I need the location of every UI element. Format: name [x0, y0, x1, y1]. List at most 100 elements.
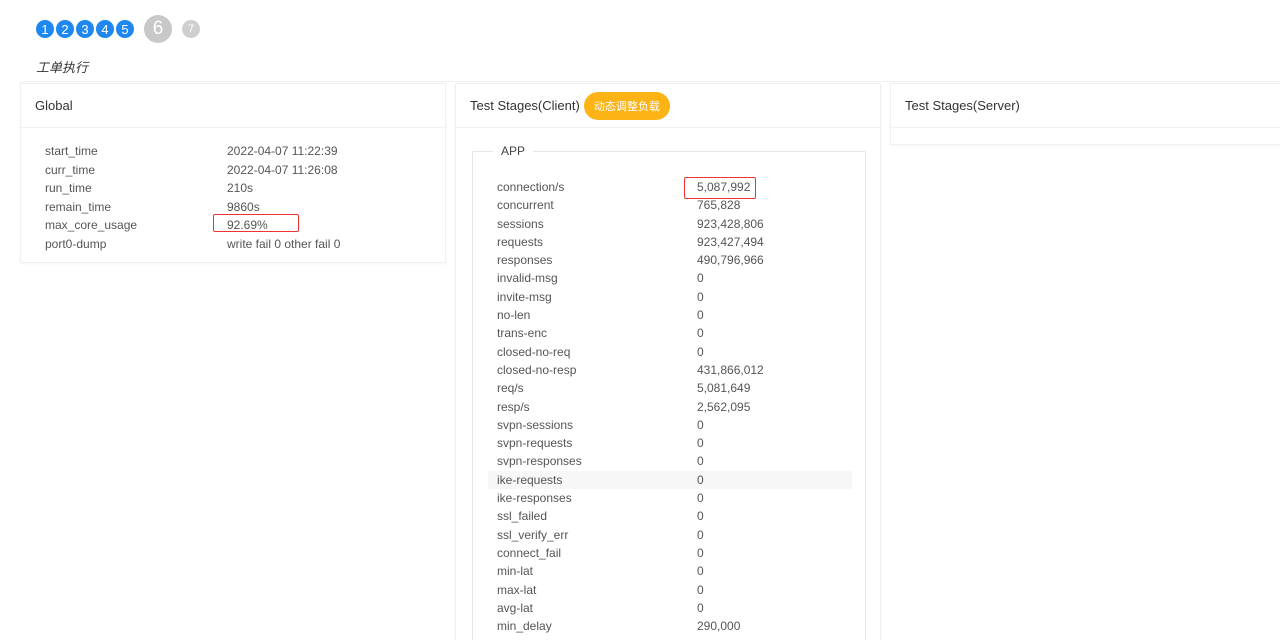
app-key: svpn-responses	[497, 454, 582, 469]
step-1[interactable]: 1	[36, 20, 54, 38]
app-key: connection/s	[497, 180, 565, 194]
global-key: port0-dump	[45, 236, 107, 251]
global-row: remain_time 9860s	[45, 198, 340, 217]
connection-rate-value: 5,087,992	[697, 180, 751, 194]
table-row: invalid-msg 0	[488, 269, 852, 287]
step-3[interactable]: 3	[76, 20, 94, 38]
app-key: ssl_verify_err	[497, 527, 569, 542]
app-value: 0	[697, 582, 704, 597]
table-row: no-len 0	[488, 306, 852, 324]
table-row: ike-responses 0	[488, 489, 852, 507]
global-value: 2022-04-07 11:22:39	[227, 144, 338, 158]
table-row: requests 923,427,494	[488, 233, 852, 251]
app-value: 0	[697, 326, 704, 341]
app-value: 0	[697, 308, 704, 323]
app-key: ike-responses	[497, 491, 572, 506]
app-value: 923,427,494	[697, 234, 764, 249]
app-key: req/s	[497, 381, 524, 396]
app-key: closed-no-resp	[497, 362, 577, 377]
app-key: max-lat	[497, 582, 537, 597]
server-panel: Test Stages(Server)	[890, 83, 1280, 145]
page-subtitle: 工单执行	[36, 60, 89, 75]
table-row: trans-enc 0	[488, 324, 852, 342]
app-value: 923,428,806	[697, 216, 764, 231]
global-table: start_time 2022-04-07 11:22:39 curr_time 2…	[45, 142, 340, 253]
table-row: sessions 923,428,806	[488, 215, 852, 233]
table-row: min-lat 0	[488, 562, 852, 580]
app-key: ssl_failed	[497, 509, 548, 524]
table-row: svpn-requests 0	[488, 434, 852, 452]
global-value: 9860s	[227, 199, 260, 214]
table-row: concurrent 765,828	[488, 196, 852, 214]
app-key: svpn-sessions	[497, 417, 574, 432]
table-row: connection/s 5,087,992	[488, 178, 852, 196]
app-legend: APP	[493, 144, 534, 158]
app-table: connection/s 5,087,992 concurrent 765,828 …	[488, 178, 852, 635]
app-value: 0	[697, 271, 704, 286]
adjust-load-button[interactable]: 动态调整负载	[583, 91, 670, 120]
app-value: 0	[697, 545, 704, 560]
table-row: ssl_verify_err 0	[488, 526, 852, 544]
app-value: 0	[697, 472, 704, 487]
client-panel-header: Test Stages(Client) 动态调整负载	[456, 84, 880, 128]
app-value: 2,562,095	[697, 399, 751, 414]
app-key: min-lat	[497, 564, 534, 579]
table-row: avg-lat 0	[488, 599, 852, 617]
table-row: responses 490,796,966	[488, 251, 852, 269]
app-key: concurrent	[497, 198, 554, 213]
table-row: max-lat 0	[488, 581, 852, 599]
global-key: run_time	[45, 181, 92, 195]
app-value: 0	[697, 491, 704, 506]
app-value: 0	[697, 509, 704, 524]
table-row: min_delay 290,000	[488, 617, 852, 635]
table-row: invite-msg 0	[488, 288, 852, 306]
table-row: connect_fail 0	[488, 544, 852, 562]
app-key: invite-msg	[497, 289, 552, 304]
max-core-usage-value: 92.69%	[227, 218, 268, 232]
app-fieldset: APP connection/s 5,087,992 concurrent 765,…	[472, 144, 866, 640]
global-key: start_time	[45, 144, 98, 158]
app-key: closed-no-req	[497, 344, 571, 359]
divider	[20, 81, 1280, 82]
table-row-hovered: ike-requests 0	[488, 470, 852, 490]
step-6-current[interactable]: 6	[144, 15, 172, 43]
app-value: 0	[697, 289, 704, 304]
app-key: ike-requests	[497, 472, 563, 487]
app-value: 0	[697, 600, 704, 615]
app-value: 0	[697, 436, 704, 451]
global-panel-title: Global	[21, 84, 445, 128]
server-panel-title: Test Stages(Server)	[891, 84, 1280, 128]
global-key: max_core_usage	[45, 218, 138, 232]
step-4[interactable]: 4	[96, 20, 114, 38]
app-value: 0	[697, 417, 704, 432]
global-value: 2022-04-07 11:26:08	[227, 162, 338, 177]
app-value: 0	[697, 527, 704, 542]
app-key: min_delay	[497, 619, 552, 634]
global-row: run_time 210s	[45, 179, 340, 198]
app-key: avg-lat	[497, 600, 534, 615]
app-value: 5,081,649	[697, 381, 751, 396]
step-7[interactable]: 7	[182, 20, 200, 38]
app-value: 431,866,012	[697, 362, 764, 377]
global-row: port0-dump write fail 0 other fail 0	[45, 235, 340, 254]
app-value: 0	[697, 564, 704, 579]
global-key: remain_time	[45, 199, 112, 214]
app-key: svpn-requests	[497, 436, 573, 451]
step-indicator: 1 2 3 4 5 6 7	[36, 14, 200, 44]
global-row: max_core_usage 92.69%	[45, 216, 340, 235]
app-key: no-len	[497, 308, 531, 323]
app-key: sessions	[497, 216, 544, 231]
client-panel-title: Test Stages(Client)	[470, 98, 580, 113]
app-key: requests	[497, 234, 544, 249]
app-value: 490,796,966	[697, 253, 764, 268]
step-2[interactable]: 2	[56, 20, 74, 38]
table-row: closed-no-resp 431,866,012	[488, 361, 852, 379]
step-5[interactable]: 5	[116, 20, 134, 38]
global-key: curr_time	[45, 162, 96, 177]
table-row: ssl_failed 0	[488, 507, 852, 525]
table-row: svpn-sessions 0	[488, 416, 852, 434]
app-key: responses	[497, 253, 553, 268]
table-row: svpn-responses 0	[488, 452, 852, 470]
app-value: 765,828	[697, 198, 741, 213]
global-value: write fail 0 other fail 0	[227, 236, 341, 251]
